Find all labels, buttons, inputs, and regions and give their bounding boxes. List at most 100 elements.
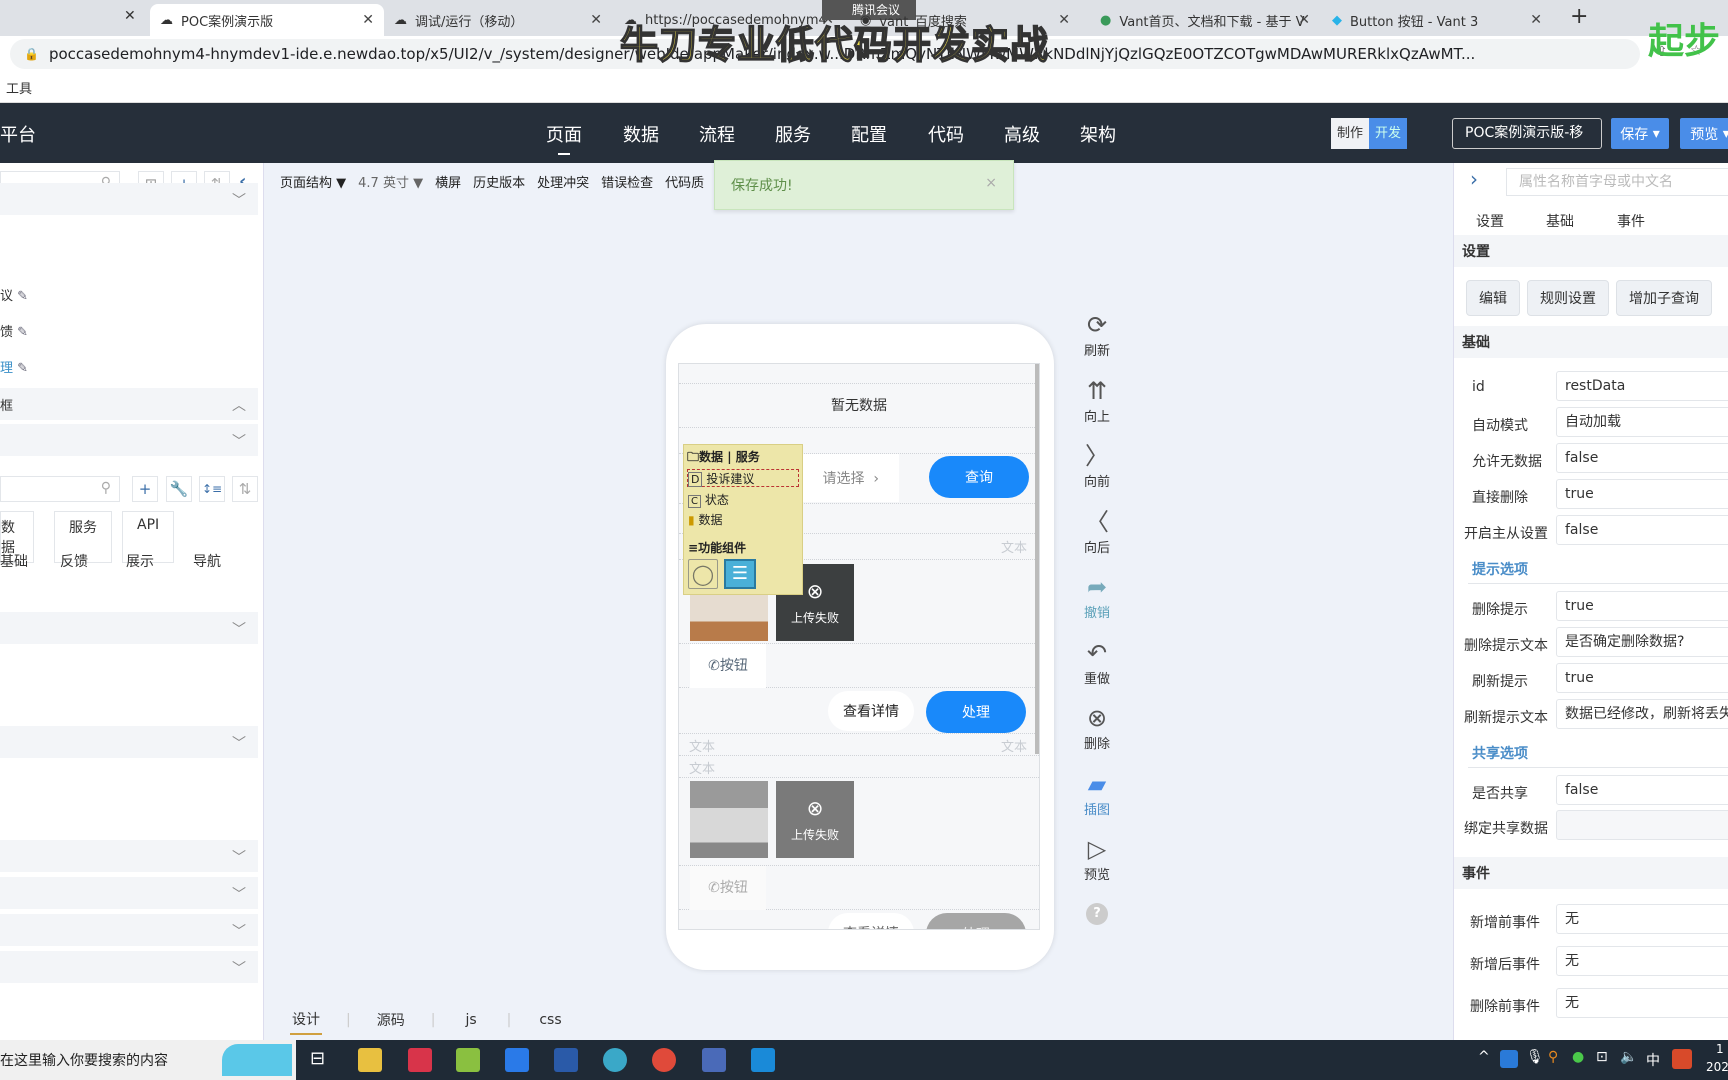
refresh-tool[interactable]: ⟳ 刷新: [1072, 310, 1122, 359]
ime-indicator[interactable]: 中: [1646, 1050, 1660, 1070]
list-sort-icon[interactable]: ↕≡: [199, 476, 225, 502]
handle-button[interactable]: 处理: [926, 913, 1026, 929]
clock-date[interactable]: 202: [1706, 1060, 1728, 1074]
cat-image[interactable]: [690, 781, 768, 858]
save-button[interactable]: 保存 ▾: [1611, 118, 1669, 149]
back-tool[interactable]: 〈向后: [1072, 507, 1122, 556]
phone-button[interactable]: ✆按钮: [690, 644, 766, 688]
details-button[interactable]: 查看详情: [828, 913, 914, 929]
tray-video-icon[interactable]: [1500, 1050, 1518, 1068]
nav-advanced[interactable]: 高级: [1004, 121, 1040, 147]
preview-tool[interactable]: ▷ 预览: [1072, 834, 1122, 883]
volume-icon[interactable]: 🔈: [1620, 1049, 1637, 1065]
section-header[interactable]: ﹀: [0, 877, 258, 909]
section-header[interactable]: ﹀: [0, 612, 258, 644]
add-subquery-button[interactable]: 增加子查询: [1616, 280, 1712, 316]
edit-pencil-icon[interactable]: ✎: [17, 361, 28, 376]
section-header[interactable]: ﹀: [0, 424, 258, 456]
category-basic[interactable]: 基础: [0, 551, 28, 571]
tab-settings[interactable]: 设置: [1476, 211, 1504, 231]
popup-item[interactable]: ▮ 数据: [688, 511, 722, 528]
section-header[interactable]: ﹀: [0, 914, 258, 946]
clock-time[interactable]: 1: [1716, 1042, 1724, 1056]
query-button[interactable]: 查询: [929, 456, 1029, 498]
wrench-icon[interactable]: 🔧: [166, 476, 192, 502]
tree-item[interactable]: 馈 ✎: [0, 321, 28, 340]
tab-basic[interactable]: 基础: [1546, 211, 1574, 231]
forward-tool[interactable]: 〉向前: [1072, 441, 1122, 490]
section-header[interactable]: ﹀: [0, 951, 258, 983]
rule-settings-button[interactable]: 规则设置: [1527, 280, 1609, 316]
nav-data[interactable]: 数据: [623, 121, 659, 147]
search-tray-icon[interactable]: ⚲: [1548, 1049, 1558, 1065]
insert-image-tool[interactable]: ▰ 插图: [1072, 769, 1122, 818]
nav-flow[interactable]: 流程: [699, 121, 735, 147]
add-icon[interactable]: +: [132, 476, 158, 502]
notepad-icon[interactable]: [456, 1048, 480, 1072]
task-view-icon[interactable]: ⊟: [310, 1048, 325, 1069]
remote-desktop-icon[interactable]: [702, 1048, 726, 1072]
nav-service[interactable]: 服务: [775, 121, 811, 147]
up-tool[interactable]: ⇈ 向上: [1072, 376, 1122, 425]
nav-config[interactable]: 配置: [851, 121, 887, 147]
xmind-icon[interactable]: [408, 1048, 432, 1072]
close-tab-icon[interactable]: ✕: [1298, 12, 1310, 28]
nav-code[interactable]: 代码: [928, 121, 964, 147]
expand-right-icon[interactable]: ›: [1470, 167, 1478, 191]
close-icon[interactable]: ×: [985, 175, 997, 191]
category-nav[interactable]: 导航: [193, 551, 221, 571]
landscape-button[interactable]: 横屏: [435, 172, 461, 191]
preview-button[interactable]: 预览 ▾: [1680, 118, 1728, 149]
app-icon[interactable]: [603, 1048, 627, 1072]
error-check-button[interactable]: 错误检查: [601, 172, 653, 191]
bookmark-tools[interactable]: 工具: [6, 78, 32, 97]
tree-item[interactable]: 议 ✎: [0, 285, 28, 304]
close-tab-icon[interactable]: ✕: [124, 8, 136, 24]
mode-dev[interactable]: 开发: [1369, 118, 1408, 149]
sort-icon[interactable]: ⇅: [232, 476, 258, 502]
tab-js[interactable]: js: [465, 1012, 476, 1028]
history-button[interactable]: 历史版本: [473, 172, 525, 191]
browser-tab[interactable]: ● Vant首页、文档和下载 - 基于 V ✕: [1090, 4, 1320, 36]
file-explorer-icon[interactable]: [358, 1048, 382, 1072]
edit-pencil-icon[interactable]: ✎: [17, 325, 28, 340]
section-header[interactable]: ﹀: [0, 726, 258, 758]
close-tab-icon[interactable]: ✕: [1058, 12, 1070, 28]
category-feedback[interactable]: 反馈: [60, 551, 88, 571]
meeting-app-icon[interactable]: [505, 1048, 529, 1072]
browser-tab[interactable]: ☁ POC案例演示版 ✕: [150, 4, 384, 36]
section-header-frame[interactable]: 框 ︿: [0, 388, 258, 420]
tab-events[interactable]: 事件: [1617, 211, 1645, 231]
page-structure-dropdown[interactable]: 页面结构 ▼: [280, 172, 346, 191]
message-component-icon[interactable]: ☰: [724, 559, 756, 589]
edit-pencil-icon[interactable]: ✎: [17, 289, 28, 304]
tree-item-active[interactable]: 理 ✎: [0, 357, 28, 376]
section-header[interactable]: ﹀: [0, 840, 258, 872]
close-tab-icon[interactable]: ✕: [590, 12, 602, 28]
chrome-icon[interactable]: [652, 1048, 676, 1072]
taskbar-search[interactable]: 在这里输入你要搜索的内容: [0, 1040, 296, 1080]
browser-tab[interactable]: ◆ Button 按钮 - Vant 3 ✕: [1322, 4, 1552, 36]
popup-item-selected[interactable]: D 投诉建议: [687, 469, 799, 487]
category-display[interactable]: 展示: [126, 551, 154, 571]
project-select[interactable]: POC案例演示版-移: [1452, 118, 1602, 149]
upload-failed-tile[interactable]: ⊗ 上传失败: [776, 781, 854, 858]
popup-item[interactable]: C 状态: [688, 491, 729, 508]
mode-make[interactable]: 制作: [1331, 118, 1370, 149]
handle-button[interactable]: 处理: [926, 691, 1026, 733]
network-icon[interactable]: ⊡: [1596, 1049, 1608, 1065]
sogou-icon[interactable]: [1672, 1049, 1692, 1069]
scrollbar[interactable]: [1035, 364, 1039, 754]
component-search-input[interactable]: ⚲: [0, 476, 120, 502]
code-quality-button[interactable]: 代码质: [665, 172, 704, 191]
property-search-input[interactable]: 属性名称首字母或中文名: [1506, 168, 1728, 196]
browser-tab[interactable]: ☁ 调试/运行（移动） ✕: [384, 4, 612, 36]
tab-source[interactable]: 源码: [377, 1010, 405, 1030]
word-icon[interactable]: [554, 1048, 578, 1072]
edit-button[interactable]: 编辑: [1466, 280, 1520, 316]
details-button[interactable]: 查看详情: [828, 691, 914, 731]
nav-page[interactable]: 页面: [546, 121, 582, 155]
wechat-icon[interactable]: ●: [1572, 1049, 1584, 1065]
resolve-conflict-button[interactable]: 处理冲突: [537, 172, 589, 191]
tab-css[interactable]: css: [539, 1012, 561, 1028]
